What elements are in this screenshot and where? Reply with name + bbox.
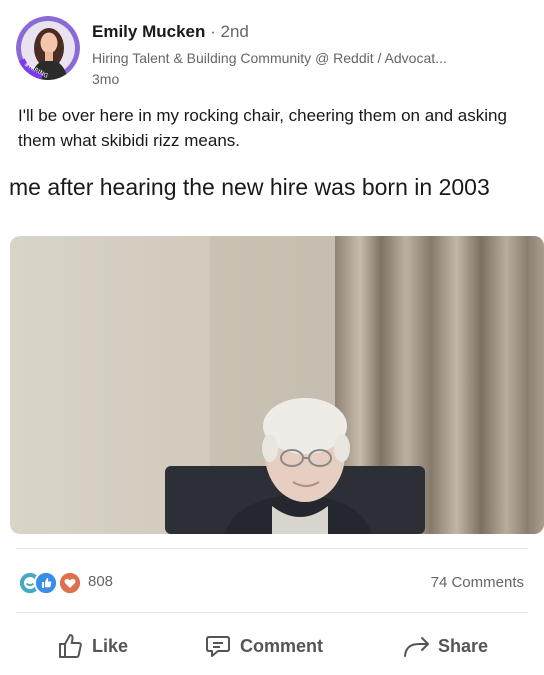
- divider: [16, 548, 528, 549]
- meme-caption: me after hearing the new hire was born i…: [9, 174, 490, 200]
- post-image[interactable]: [10, 236, 544, 534]
- comment-button[interactable]: Comment: [204, 626, 323, 666]
- share-button[interactable]: Share: [402, 626, 488, 666]
- share-label: Share: [438, 635, 489, 656]
- like-reaction-icon: [34, 571, 58, 595]
- author-headline: Hiring Talent & Building Community @ Red…: [92, 50, 447, 66]
- like-label: Like: [92, 635, 129, 656]
- author-name[interactable]: Emily Mucken: [92, 22, 205, 41]
- action-bar: Like Comment Share: [0, 620, 544, 672]
- divider: [16, 612, 528, 613]
- post-header: #HIRING Emily Mucken · 2nd Hiring Talent…: [16, 16, 536, 88]
- author-line: Emily Mucken · 2nd: [92, 22, 249, 42]
- love-reaction-icon: [58, 571, 82, 595]
- thumbs-up-icon: [56, 632, 84, 660]
- comment-icon: [204, 632, 232, 660]
- post-time: 3mo: [92, 71, 120, 87]
- reaction-count: 808: [88, 573, 114, 590]
- post-text: I'll be over here in my rocking chair, c…: [18, 106, 507, 150]
- like-button[interactable]: Like: [56, 626, 128, 666]
- connection-degree: · 2nd: [210, 22, 249, 41]
- avatar[interactable]: #HIRING: [16, 16, 80, 80]
- comments-count-link[interactable]: 74 Comments: [431, 574, 524, 591]
- share-arrow-icon: [402, 632, 430, 660]
- comment-label: Comment: [240, 635, 324, 656]
